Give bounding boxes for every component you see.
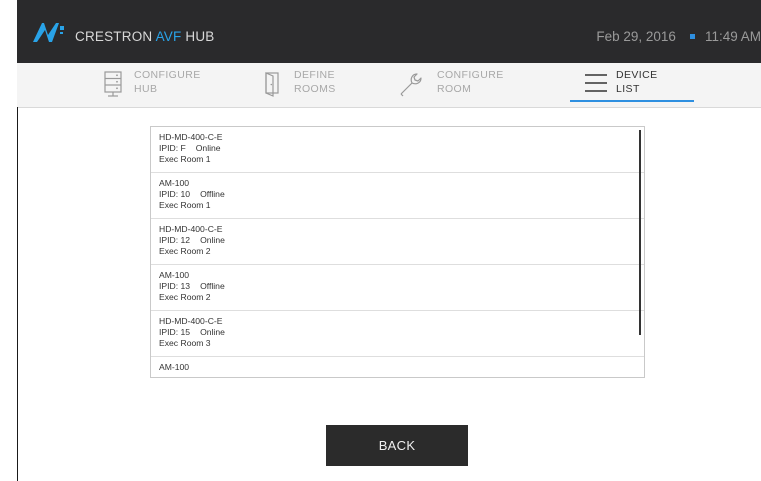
device-model: HD-MD-400-C-E (159, 316, 223, 326)
device-model: AM-100 (159, 362, 190, 372)
tab-configure-hub-label: CONFIGURE HUB (134, 69, 201, 95)
device-model: HD-MD-400-C-E (159, 224, 223, 234)
tab-configure-room-label: CONFIGURE ROOM (437, 69, 504, 95)
tab-device-list[interactable]: DEVICE LIST (570, 63, 694, 107)
device-model: AM-100 (159, 178, 190, 188)
nav-tab-bar: CONFIGURE HUB DEFINE ROOMS CONFIGURE ROO… (17, 63, 761, 108)
device-room: Exec Room 2 (159, 292, 211, 303)
device-status: Online (200, 327, 225, 338)
device-ipid-row: IPID: F Online (159, 143, 644, 154)
current-time: 11:49 AM (704, 29, 761, 44)
device-model: HD-MD-400-C-E (159, 132, 223, 142)
app-title: CRESTRON AVF HUB (75, 29, 215, 44)
date-time: Feb 29, 2016 11:49 AM (596, 29, 761, 44)
device-ipid: IPID: 12 (159, 235, 191, 246)
list-icon (585, 74, 607, 92)
device-ipid-row: IPID: 15 Online (159, 327, 644, 338)
device-ipid: IPID: 10 (159, 189, 191, 200)
current-date: Feb 29, 2016 (596, 29, 676, 44)
left-border (17, 107, 18, 481)
device-status: Offline (200, 281, 225, 292)
device-ipid: IPID: 15 (159, 327, 191, 338)
crestron-logo-icon (33, 23, 64, 42)
device-room: Exec Room 3 (159, 338, 211, 349)
brand-suffix: HUB (185, 29, 215, 44)
device-status: Online (195, 143, 221, 154)
device-room: Exec Room 1 (159, 154, 211, 165)
device-room: Exec Room 2 (159, 246, 211, 257)
scrollbar[interactable] (639, 130, 641, 335)
list-item[interactable]: AM-100 IPID: 10 Offline Exec Room 1 (151, 173, 644, 219)
separator-dot (689, 34, 695, 39)
list-item[interactable]: HD-MD-400-C-E IPID: F Online Exec Room 1 (151, 127, 644, 173)
wrench-icon (400, 73, 422, 97)
tab-configure-hub[interactable]: CONFIGURE HUB (104, 63, 214, 107)
list-item[interactable]: AM-100 IPID: 13 Offline Exec Room 2 (151, 265, 644, 311)
device-status: Offline (200, 189, 225, 200)
list-item[interactable]: HD-MD-400-C-E IPID: 12 Online Exec Room 2 (151, 219, 644, 265)
device-ipid-row: IPID: 10 Offline (159, 189, 644, 200)
device-room: Exec Room 1 (159, 200, 211, 211)
device-list[interactable]: HD-MD-400-C-E IPID: F Online Exec Room 1 … (150, 126, 645, 378)
list-item[interactable]: AM-100 (151, 357, 644, 377)
back-button[interactable]: BACK (326, 425, 468, 466)
tab-device-list-label: DEVICE LIST (616, 69, 658, 95)
tab-define-rooms-label: DEFINE ROOMS (294, 69, 336, 95)
brand-prefix: CRESTRON (75, 29, 153, 44)
device-model: AM-100 (159, 270, 190, 280)
device-status: Online (200, 235, 225, 246)
server-icon (104, 71, 122, 97)
device-ipid: IPID: F (159, 143, 186, 154)
tab-define-rooms[interactable]: DEFINE ROOMS (264, 63, 364, 107)
door-icon (265, 72, 279, 97)
device-ipid: IPID: 13 (159, 281, 191, 292)
list-item[interactable]: HD-MD-400-C-E IPID: 15 Online Exec Room 3 (151, 311, 644, 357)
brand-accent: AVF (155, 29, 182, 44)
device-ipid-row: IPID: 12 Online (159, 235, 644, 246)
active-tab-indicator (570, 100, 694, 102)
title-bar: CRESTRON AVF HUB Feb 29, 2016 11:49 AM (17, 0, 761, 63)
device-ipid-row: IPID: 13 Offline (159, 281, 644, 292)
tab-configure-room[interactable]: CONFIGURE ROOM (398, 63, 513, 107)
